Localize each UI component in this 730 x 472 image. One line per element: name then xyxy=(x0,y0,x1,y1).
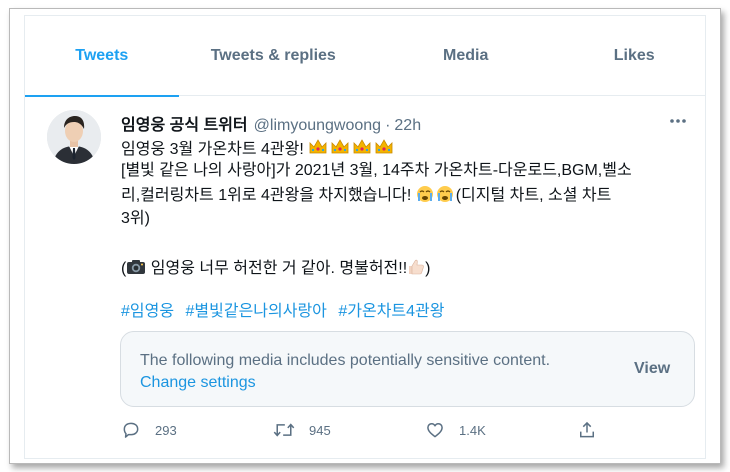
tweet-text-3: 리,컬러링차트 1위로 4관왕을 차지했습니다! xyxy=(121,187,412,204)
tweet-text-5: 임영웅 너무 허전한 거 같아. 명불허전!! xyxy=(150,260,408,277)
reply-count: 293 xyxy=(155,422,177,438)
hashtags: #임영웅 #별빛같은나의사랑아 #가온차트4관왕 xyxy=(121,297,451,321)
avatar[interactable] xyxy=(47,110,101,164)
hashtag-link[interactable]: #임영웅 xyxy=(121,303,174,320)
tweet-text-line-2: [별빛 같은 나의 사랑아]가 2021년 3월, 14주차 가온차트-다운로드… xyxy=(121,162,632,179)
avatar-image xyxy=(47,110,101,164)
share-icon xyxy=(580,421,594,438)
crying-face-icon xyxy=(416,185,456,209)
tweet-text-line-4: 3위) xyxy=(121,210,150,227)
tab-tweets-replies[interactable]: Tweets & replies xyxy=(179,16,368,96)
profile-tabs: Tweets Tweets & replies Media Likes xyxy=(25,16,705,97)
view-button[interactable]: View xyxy=(634,360,670,378)
tweet-text-1: 임영웅 3월 가온차트 4관왕! xyxy=(121,141,304,158)
tweet-text-5-close: ) xyxy=(425,260,431,277)
tab-tweets-label: Tweets xyxy=(75,47,129,64)
tweet-header: 임영웅 공식 트위터 @limyoungwoong · 22h xyxy=(121,111,421,135)
tweet-text-line-3: 리,컬러링차트 1위로 4관왕을 차지했습니다! (디지털 차트, 소셜 차트 xyxy=(121,185,611,209)
retweet-icon xyxy=(273,423,295,437)
timestamp[interactable]: 22h xyxy=(394,117,421,135)
change-settings-link[interactable]: Change settings xyxy=(140,374,256,392)
screenshot-frame: Tweets Tweets & replies Media Likes 임영웅 … xyxy=(9,8,721,464)
tab-tweets[interactable]: Tweets xyxy=(25,16,179,97)
like-button[interactable]: 1.4K xyxy=(425,420,486,440)
tab-likes[interactable]: Likes xyxy=(563,16,705,96)
like-count: 1.4K xyxy=(459,422,486,438)
tab-media[interactable]: Media xyxy=(368,16,563,96)
tab-likes-label: Likes xyxy=(613,47,655,64)
retweet-count: 945 xyxy=(309,422,331,438)
retweet-button[interactable]: 945 xyxy=(273,420,331,440)
tweet-text-3-tail: (디지털 차트, 소셜 차트 xyxy=(455,187,612,204)
share-button[interactable] xyxy=(577,420,597,440)
hashtag-link[interactable]: #가온차트4관왕 xyxy=(338,303,444,320)
reply-button[interactable]: 293 xyxy=(121,420,177,440)
more-icon xyxy=(670,119,686,123)
tweet-actions: 293 945 1.4K xyxy=(121,420,601,444)
thumbs-up-icon xyxy=(407,258,425,282)
tweet-text-line-5: ( 임영웅 너무 허전한 거 같아. 명불허전!! ) xyxy=(121,258,430,282)
crown-icon xyxy=(308,137,396,163)
profile-timeline-card: Tweets Tweets & replies Media Likes 임영웅 … xyxy=(24,15,706,459)
handle[interactable]: @limyoungwoong xyxy=(254,117,381,135)
like-icon xyxy=(427,423,443,438)
hashtag-link[interactable]: #별빛같은나의사랑아 xyxy=(186,303,327,320)
tab-media-label: Media xyxy=(443,47,489,64)
tweet-text-line-1: 임영웅 3월 가온차트 4관왕! xyxy=(121,137,396,163)
more-options-button[interactable] xyxy=(665,108,691,134)
display-name[interactable]: 임영웅 공식 트위터 xyxy=(121,111,248,135)
separator-dot: · xyxy=(385,117,391,134)
sensitive-media-notice: The following media includes potentially… xyxy=(120,331,695,407)
camera-icon xyxy=(126,258,146,282)
tab-tweets-replies-label: Tweets & replies xyxy=(210,47,336,64)
sensitive-warning-text: The following media includes potentially… xyxy=(140,352,551,369)
reply-icon xyxy=(123,422,139,438)
